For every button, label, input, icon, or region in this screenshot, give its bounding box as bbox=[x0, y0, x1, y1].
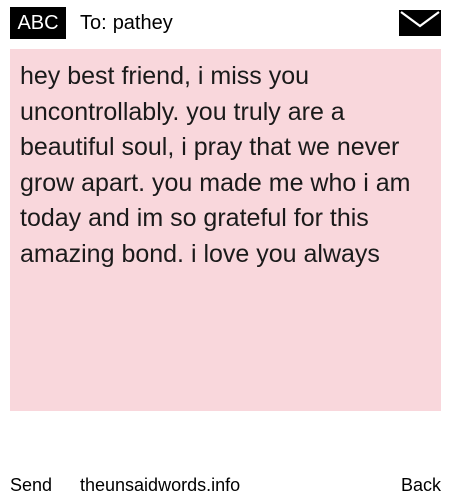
recipient-name: pathey bbox=[112, 12, 173, 34]
message-text: hey best friend, i miss you uncontrollab… bbox=[20, 62, 411, 268]
abc-keyboard-mode-button[interactable]: ABC bbox=[10, 7, 66, 39]
envelope-icon[interactable] bbox=[399, 10, 441, 36]
recipient-line: To: pathey bbox=[80, 10, 173, 36]
site-watermark: theunsaidwords.info bbox=[80, 475, 241, 495]
to-label: To: bbox=[80, 12, 107, 34]
message-body[interactable]: hey best friend, i miss you uncontrollab… bbox=[10, 49, 441, 411]
send-button[interactable]: Send bbox=[10, 474, 52, 496]
back-button[interactable]: Back bbox=[401, 474, 441, 496]
